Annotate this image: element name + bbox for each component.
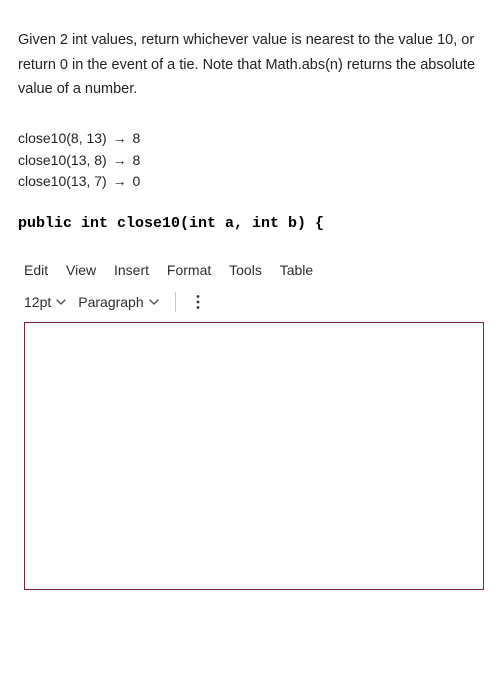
menu-format[interactable]: Format bbox=[167, 262, 211, 278]
example-line: close10(13, 8) → 8 bbox=[18, 150, 484, 172]
menu-table[interactable]: Table bbox=[280, 262, 313, 278]
example-result: 8 bbox=[133, 130, 141, 146]
more-options-button[interactable] bbox=[192, 294, 204, 310]
example-call: close10(8, 13) bbox=[18, 130, 107, 146]
example-call: close10(13, 7) bbox=[18, 173, 107, 189]
menu-tools[interactable]: Tools bbox=[229, 262, 262, 278]
rich-text-editor: Edit View Insert Format Tools Table 12pt… bbox=[18, 262, 484, 590]
arrow-icon: → bbox=[113, 150, 127, 172]
vertical-dots-icon bbox=[196, 294, 200, 310]
chevron-down-icon bbox=[149, 297, 159, 307]
editor-menu-bar: Edit View Insert Format Tools Table bbox=[24, 262, 484, 278]
example-result: 0 bbox=[133, 173, 141, 189]
paragraph-dropdown[interactable]: Paragraph bbox=[78, 294, 158, 310]
paragraph-label: Paragraph bbox=[78, 294, 143, 310]
editor-toolbar: 12pt Paragraph bbox=[24, 292, 484, 312]
editor-textarea[interactable] bbox=[24, 322, 484, 590]
example-line: close10(8, 13) → 8 bbox=[18, 128, 484, 150]
arrow-icon: → bbox=[113, 171, 127, 193]
font-size-dropdown[interactable]: 12pt bbox=[24, 294, 66, 310]
arrow-icon: → bbox=[113, 128, 127, 150]
examples-block: close10(8, 13) → 8 close10(13, 8) → 8 cl… bbox=[18, 128, 484, 193]
example-call: close10(13, 8) bbox=[18, 152, 107, 168]
toolbar-divider bbox=[175, 292, 176, 312]
example-line: close10(13, 7) → 0 bbox=[18, 171, 484, 193]
font-size-label: 12pt bbox=[24, 294, 51, 310]
menu-edit[interactable]: Edit bbox=[24, 262, 48, 278]
example-result: 8 bbox=[133, 152, 141, 168]
menu-insert[interactable]: Insert bbox=[114, 262, 149, 278]
menu-view[interactable]: View bbox=[66, 262, 96, 278]
chevron-down-icon bbox=[56, 297, 66, 307]
problem-statement: Given 2 int values, return whichever val… bbox=[18, 28, 484, 102]
function-signature: public int close10(int a, int b) { bbox=[18, 215, 484, 232]
